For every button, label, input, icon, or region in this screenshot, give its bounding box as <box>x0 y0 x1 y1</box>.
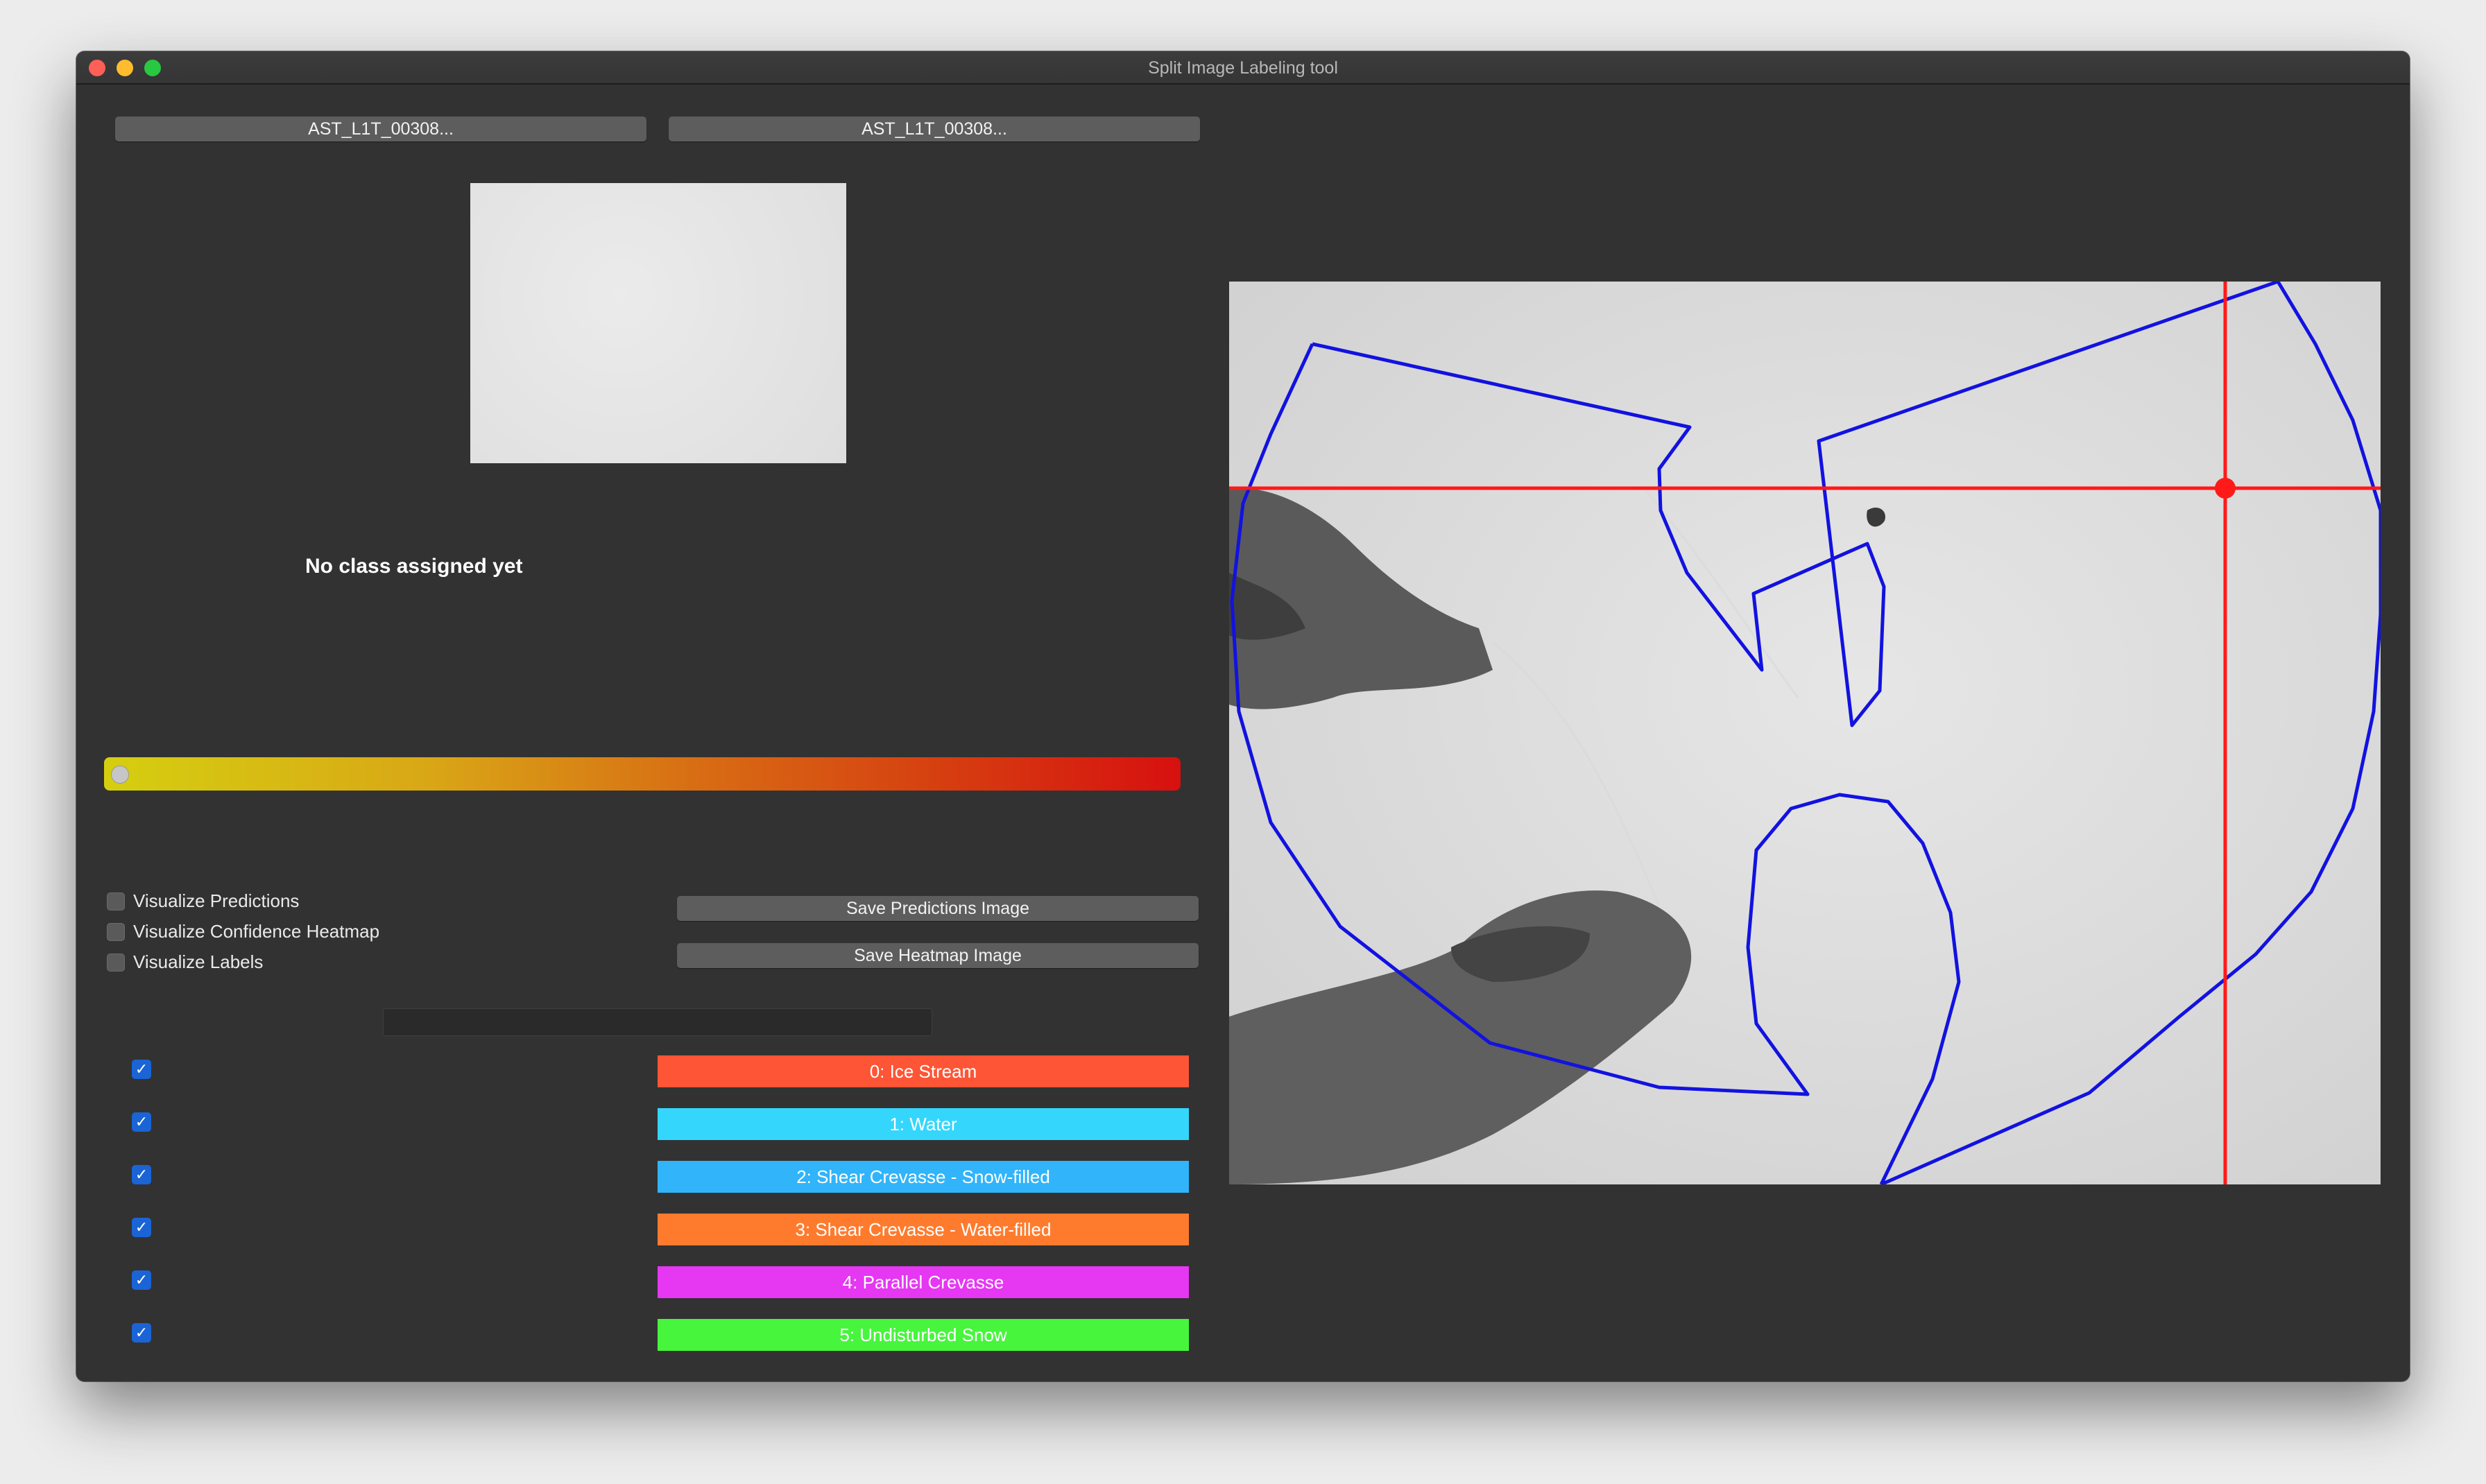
save-heatmap-button[interactable]: Save Heatmap Image <box>677 943 1199 968</box>
tile-preview-image <box>470 183 846 463</box>
crosshair-point[interactable] <box>2215 478 2236 499</box>
app-window: Split Image Labeling tool AST_L1T_00308.… <box>76 51 2410 1381</box>
class-1-button[interactable]: 1: Water <box>658 1108 1189 1140</box>
progress-bar <box>383 1008 932 1036</box>
class-4-button[interactable]: 4: Parallel Crevasse <box>658 1266 1189 1298</box>
class-0-button[interactable]: 0: Ice Stream <box>658 1055 1189 1087</box>
class-5-checkbox[interactable]: ✓ <box>132 1323 151 1343</box>
class-2-checkbox[interactable]: ✓ <box>132 1165 151 1184</box>
class-0-checkbox[interactable]: ✓ <box>132 1060 151 1079</box>
visualize-heatmap-checkbox[interactable] <box>107 922 125 941</box>
slider-handle[interactable] <box>111 766 129 784</box>
visualize-labels-checkbox[interactable] <box>107 953 125 972</box>
visualize-heatmap-label: Visualize Confidence Heatmap <box>133 921 380 942</box>
visualize-labels-option[interactable]: Visualize Labels <box>107 951 263 973</box>
class-3-button[interactable]: 3: Shear Crevasse - Water-filled <box>658 1214 1189 1245</box>
visualize-predictions-option[interactable]: Visualize Predictions <box>107 890 299 912</box>
visualize-predictions-checkbox[interactable] <box>107 892 125 911</box>
right-file-button[interactable]: AST_L1T_00308... <box>669 117 1200 141</box>
satellite-image-canvas[interactable] <box>1229 282 2381 1184</box>
class-status-text: No class assigned yet <box>305 555 523 578</box>
save-predictions-button[interactable]: Save Predictions Image <box>677 896 1199 921</box>
confidence-slider[interactable] <box>104 757 1181 791</box>
left-file-button[interactable]: AST_L1T_00308... <box>115 117 646 141</box>
visualize-predictions-label: Visualize Predictions <box>133 890 300 911</box>
visualize-labels-label: Visualize Labels <box>133 951 264 972</box>
title-bar: Split Image Labeling tool <box>76 51 2410 85</box>
class-1-checkbox[interactable]: ✓ <box>132 1112 151 1132</box>
class-5-button[interactable]: 5: Undisturbed Snow <box>658 1319 1189 1351</box>
class-3-checkbox[interactable]: ✓ <box>132 1218 151 1237</box>
visualize-heatmap-option[interactable]: Visualize Confidence Heatmap <box>107 921 379 942</box>
class-2-button[interactable]: 2: Shear Crevasse - Snow-filled <box>658 1161 1189 1193</box>
window-title: Split Image Labeling tool <box>1148 58 1338 78</box>
class-4-checkbox[interactable]: ✓ <box>132 1270 151 1290</box>
